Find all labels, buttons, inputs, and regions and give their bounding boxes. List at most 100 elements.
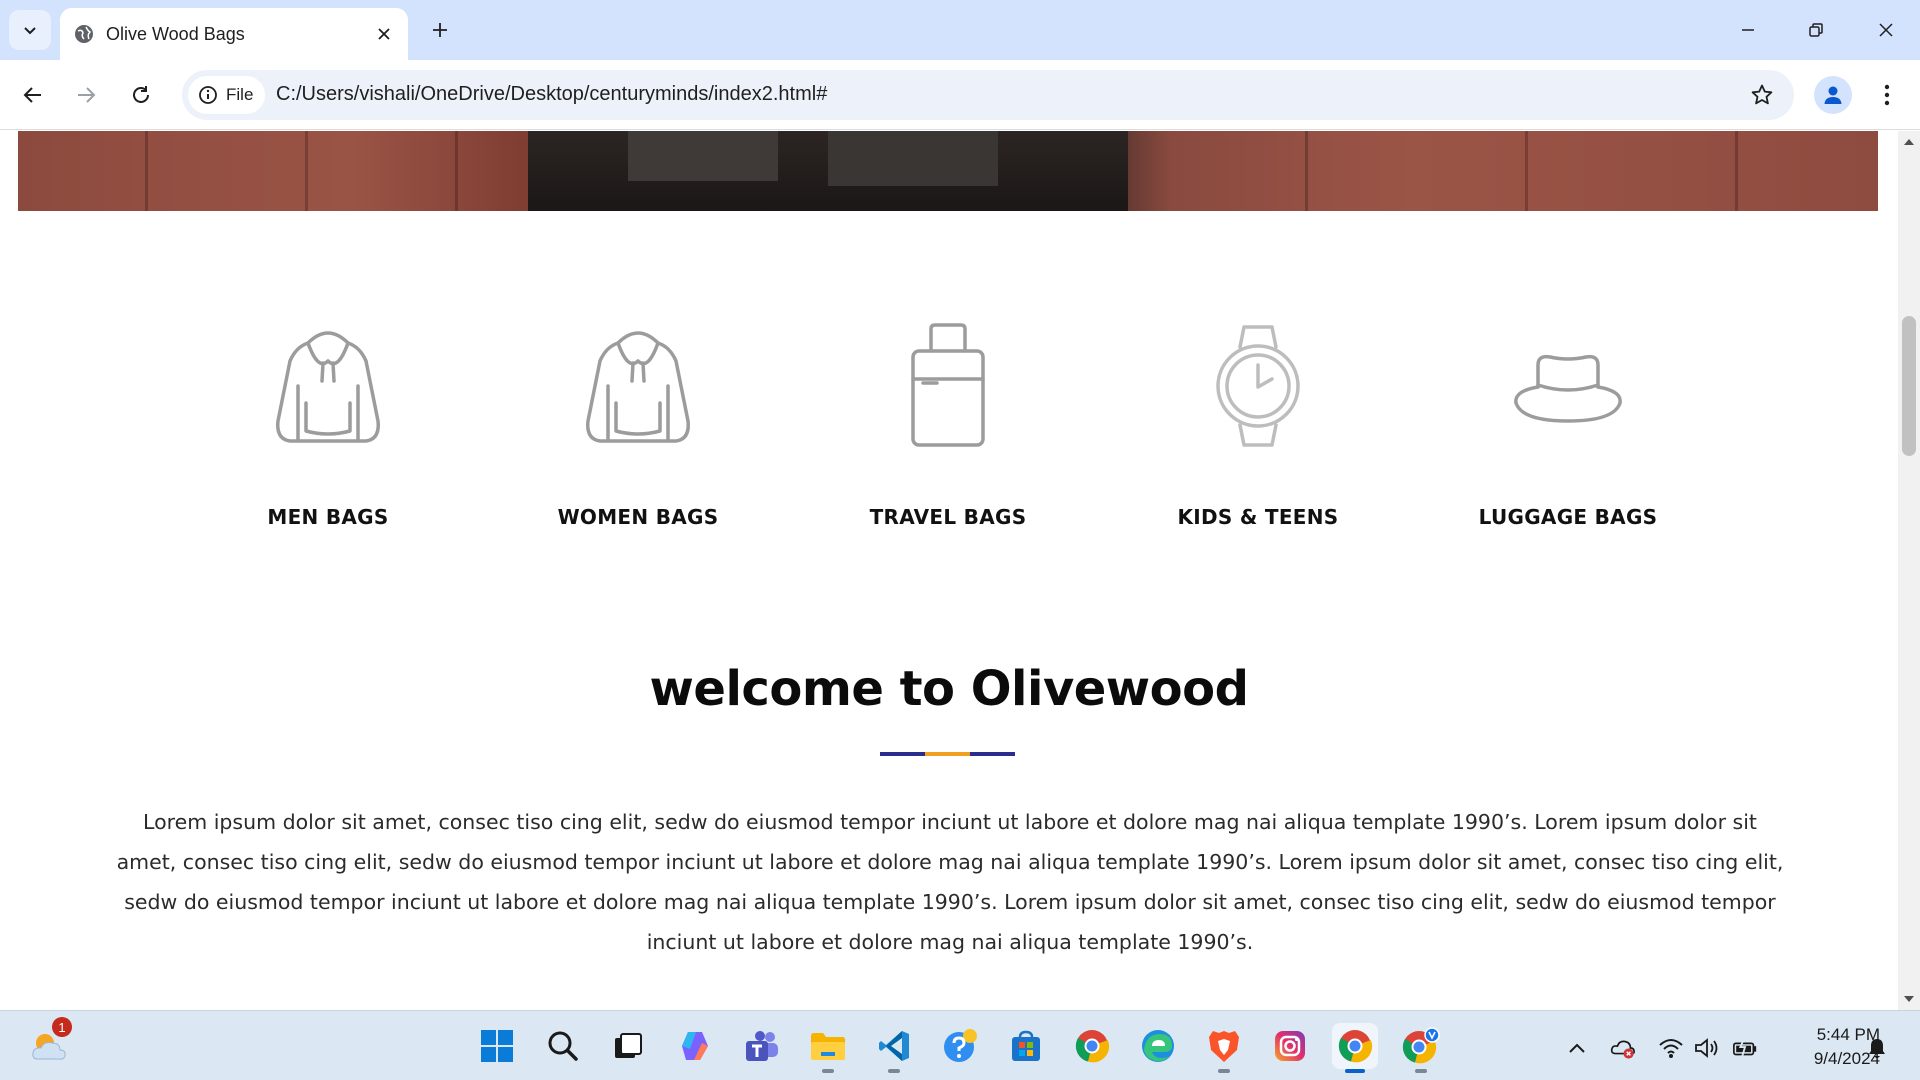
brave-button[interactable] <box>1201 1023 1247 1073</box>
scroll-up-arrow-icon[interactable] <box>1903 137 1915 147</box>
hero-brick <box>218 131 308 211</box>
arrow-right-icon <box>78 87 96 103</box>
minimize-icon <box>1742 29 1754 31</box>
page-scrollbar[interactable] <box>1898 131 1920 1010</box>
chevron-down-icon <box>24 27 36 35</box>
new-tab-button[interactable] <box>424 14 456 46</box>
divider-segment <box>925 752 970 756</box>
hero-brick <box>1218 131 1308 211</box>
address-bar[interactable]: File C:/Users/vishali/OneDrive/Desktop/c… <box>182 70 1794 120</box>
windows-taskbar: 1 5:44 PM 9/4/2024 <box>0 1010 1920 1080</box>
scroll-thumb[interactable] <box>1902 316 1916 456</box>
copilot-button[interactable] <box>673 1023 719 1069</box>
hoodie-icon <box>263 321 393 451</box>
vscode-icon <box>879 1031 909 1061</box>
category-label[interactable]: KIDS & TEENS <box>1177 505 1338 529</box>
browser-tab-strip: Olive Wood Bags <box>0 0 1920 60</box>
volume-status[interactable] <box>1694 1035 1720 1061</box>
speaker-icon <box>1695 1038 1718 1058</box>
chrome-button[interactable] <box>1069 1023 1115 1069</box>
browser-tab[interactable]: Olive Wood Bags <box>60 8 408 60</box>
onedrive-status[interactable] <box>1610 1035 1636 1061</box>
url-text[interactable]: C:/Users/vishali/OneDrive/Desktop/centur… <box>276 83 827 106</box>
reload-button[interactable] <box>123 77 159 113</box>
person-icon <box>1824 86 1842 104</box>
wifi-status[interactable] <box>1658 1035 1684 1061</box>
chrome-icon <box>1075 1030 1110 1063</box>
category-list: MEN BAGS WOMEN BAGS TRAVEL BAGS KIDS & T… <box>0 321 1898 541</box>
microsoft-store-button[interactable] <box>1003 1023 1049 1069</box>
category-women-bags[interactable]: WOMEN BAGS <box>508 321 768 541</box>
file-explorer-button[interactable] <box>805 1023 851 1073</box>
running-indicator <box>888 1069 900 1073</box>
hero-brick <box>1418 131 1528 211</box>
hero-brick <box>78 131 148 211</box>
teams-button[interactable] <box>739 1023 785 1069</box>
notification-badge: 1 <box>52 1017 72 1037</box>
task-view-button[interactable] <box>605 1023 651 1069</box>
hero-door <box>528 131 1128 211</box>
hero-door-panel <box>828 131 998 186</box>
hero-brick <box>378 131 458 211</box>
profile-button[interactable] <box>1814 76 1852 114</box>
divider-segment <box>970 752 1015 756</box>
tab-search-button[interactable] <box>9 10 51 50</box>
battery-status[interactable] <box>1732 1035 1758 1061</box>
cloud-error-icon <box>1610 1040 1635 1059</box>
active-window-indicator <box>1345 1069 1365 1073</box>
back-button[interactable] <box>15 77 51 113</box>
teams-icon <box>746 1031 778 1061</box>
chrome-profile-button[interactable] <box>1398 1023 1444 1073</box>
globe-icon <box>75 25 93 43</box>
windows-logo-icon <box>481 1030 513 1062</box>
browser-toolbar: File C:/Users/vishali/OneDrive/Desktop/c… <box>0 60 1920 130</box>
taskbar-search-button[interactable] <box>540 1023 586 1069</box>
info-icon <box>199 86 217 104</box>
tab-close-button[interactable] <box>372 22 396 46</box>
close-window-button[interactable] <box>1866 10 1906 50</box>
welcome-heading: welcome to Olivewood <box>649 661 1249 717</box>
start-button[interactable] <box>474 1023 520 1069</box>
browser-menu-button[interactable] <box>1872 77 1902 113</box>
page-viewport: MEN BAGS WOMEN BAGS TRAVEL BAGS KIDS & T… <box>0 131 1898 1010</box>
category-travel-bags[interactable]: TRAVEL BAGS <box>818 321 1078 541</box>
search-icon <box>548 1031 578 1061</box>
category-label[interactable]: WOMEN BAGS <box>558 505 719 529</box>
site-info-chip[interactable]: File <box>188 76 266 114</box>
instagram-button[interactable] <box>1267 1023 1313 1069</box>
chevron-up-icon <box>1569 1043 1585 1053</box>
category-label[interactable]: TRAVEL BAGS <box>870 505 1027 529</box>
wifi-icon <box>1659 1039 1683 1058</box>
star-icon <box>1751 84 1773 105</box>
running-indicator <box>1218 1069 1230 1073</box>
chrome-active-window-button[interactable] <box>1332 1023 1378 1073</box>
category-kids-teens[interactable]: KIDS & TEENS <box>1128 321 1388 541</box>
minimize-button[interactable] <box>1728 10 1768 50</box>
hero-door-panel <box>628 131 778 181</box>
bookmark-button[interactable] <box>1748 81 1776 109</box>
category-men-bags[interactable]: MEN BAGS <box>198 321 458 541</box>
help-icon <box>944 1029 977 1062</box>
weather-widget[interactable]: 1 <box>26 1017 72 1069</box>
category-luggage-bags[interactable]: LUGGAGE BAGS <box>1438 321 1698 541</box>
restore-button[interactable] <box>1796 10 1836 50</box>
edge-icon <box>1142 1030 1174 1062</box>
vscode-button[interactable] <box>871 1023 917 1073</box>
scroll-down-arrow-icon[interactable] <box>1903 994 1915 1004</box>
show-hidden-icons-button[interactable] <box>1564 1035 1590 1061</box>
notifications-button[interactable] <box>1864 1035 1890 1061</box>
get-help-button[interactable] <box>937 1023 983 1069</box>
hat-icon <box>1503 321 1633 451</box>
hero-banner-image <box>18 131 1878 211</box>
category-label[interactable]: MEN BAGS <box>267 505 388 529</box>
intro-paragraph: Lorem ipsum dolor sit amet, consec tiso … <box>116 810 1784 954</box>
store-icon <box>1012 1030 1040 1061</box>
forward-button[interactable] <box>68 77 104 113</box>
bell-icon <box>1869 1039 1885 1058</box>
chrome-profile-icon <box>1402 1027 1440 1064</box>
edge-button[interactable] <box>1135 1023 1181 1069</box>
running-indicator <box>1415 1069 1427 1073</box>
category-label[interactable]: LUGGAGE BAGS <box>1479 505 1658 529</box>
watch-icon <box>1193 321 1323 451</box>
suitcase-icon <box>883 321 1013 451</box>
